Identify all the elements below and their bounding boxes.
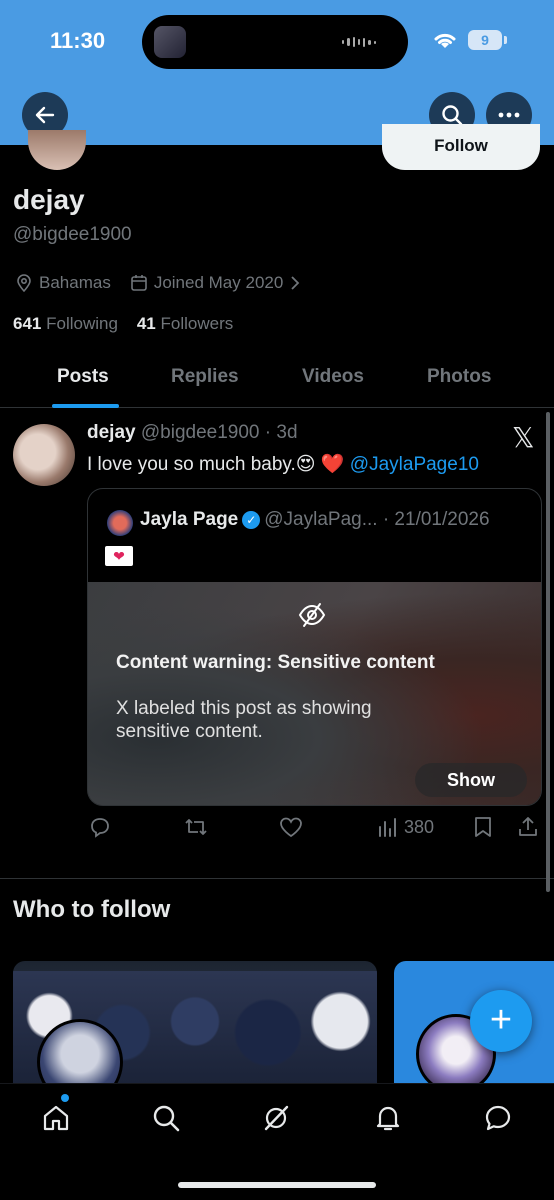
notifications-icon	[376, 1106, 400, 1131]
reply-icon	[91, 818, 109, 838]
following-label: Following	[46, 314, 118, 333]
reply-button[interactable]	[88, 815, 112, 839]
post-mention-link[interactable]: @JaylaPage10	[350, 454, 479, 475]
section-divider	[0, 878, 554, 879]
x-logo-icon: 𝕏	[512, 422, 535, 453]
post-body: I love you so much baby.😍 ❤️	[87, 454, 345, 475]
profile-avatar[interactable]	[28, 130, 86, 170]
home-icon	[43, 1105, 69, 1131]
bookmark-button[interactable]	[472, 815, 494, 839]
status-time: 11:30	[50, 28, 106, 53]
content-warning-body: X labeled this post as showing sensitive…	[116, 698, 372, 742]
calendar-icon	[131, 275, 147, 291]
profile-handle: @bigdee1900	[13, 224, 132, 245]
compose-post-button[interactable]: +	[470, 990, 532, 1052]
active-tab-indicator	[52, 404, 119, 408]
love-letter-emoji: ❤	[105, 546, 133, 566]
post-actions: 380	[0, 815, 554, 845]
nav-home[interactable]	[38, 1100, 74, 1136]
post-text: I love you so much baby.😍 ❤️ @JaylaPage1…	[87, 452, 479, 476]
location-icon	[17, 274, 31, 293]
following-link[interactable]: 641 Following	[13, 314, 118, 333]
scrollbar[interactable]	[546, 412, 550, 892]
grok-icon	[264, 1105, 289, 1131]
bookmark-icon	[475, 817, 491, 837]
profile-meta: Bahamas Joined May 2020	[14, 273, 301, 293]
post-timestamp: · 3d	[264, 422, 298, 443]
nav-notifications[interactable]	[370, 1100, 406, 1136]
chevron-right-icon[interactable]	[289, 275, 301, 291]
post-header: dejay @bigdee1900 · 3d	[87, 422, 298, 444]
follow-button[interactable]: Follow	[382, 124, 540, 170]
like-button[interactable]	[278, 815, 304, 839]
home-indicator[interactable]	[178, 1182, 376, 1188]
wifi-icon	[434, 33, 456, 48]
quoted-post[interactable]: Jayla Page ✓ @JaylaPag... · 21/01/2026 ❤ C…	[87, 488, 542, 806]
tab-videos[interactable]: Videos	[302, 366, 364, 388]
tab-photos[interactable]: Photos	[427, 366, 491, 388]
post-author-avatar[interactable]	[13, 424, 75, 486]
now-playing-thumbnail	[154, 26, 186, 58]
back-icon	[35, 106, 55, 124]
nav-search[interactable]	[148, 1100, 184, 1136]
content-warning-title: Content warning: Sensitive content	[116, 652, 435, 673]
who-to-follow-title: Who to follow	[13, 896, 171, 923]
quote-author-handle: @JaylaPag...	[264, 509, 378, 530]
nav-messages[interactable]	[480, 1100, 516, 1136]
eye-slash-icon	[298, 603, 326, 627]
share-icon	[519, 817, 537, 836]
profile-joined[interactable]: Joined May 2020	[154, 273, 283, 293]
search-icon	[153, 1105, 180, 1132]
dynamic-island	[142, 15, 408, 69]
quote-header: Jayla Page ✓ @JaylaPag... · 21/01/2026	[140, 509, 490, 531]
repost-button[interactable]	[183, 815, 209, 839]
followers-count: 41	[136, 314, 156, 333]
repost-icon	[185, 819, 207, 835]
profile-location: Bahamas	[39, 273, 111, 292]
views-icon	[379, 818, 396, 837]
views-button[interactable]: 380	[376, 815, 434, 839]
quote-author-name: Jayla Page	[140, 509, 239, 530]
profile-tabs: Posts Replies Videos Photos	[0, 360, 554, 408]
quote-date: · 21/01/2026	[382, 509, 490, 530]
tab-replies[interactable]: Replies	[171, 366, 239, 388]
like-icon	[280, 817, 302, 838]
tab-posts[interactable]: Posts	[57, 366, 109, 388]
battery-indicator: 9	[468, 30, 502, 50]
home-notification-dot	[61, 1094, 69, 1102]
share-button[interactable]	[516, 815, 540, 839]
battery-tip	[504, 36, 507, 44]
followers-link[interactable]: 41 Followers	[137, 314, 233, 333]
follow-stats: 641 Following 41 Followers	[13, 314, 233, 334]
post-author-name[interactable]: dejay	[87, 422, 136, 443]
more-icon	[498, 112, 520, 118]
nav-grok[interactable]	[258, 1100, 294, 1136]
messages-icon	[485, 1105, 511, 1131]
followers-label: Followers	[160, 314, 234, 333]
quote-author-avatar	[107, 510, 133, 536]
views-count: 380	[404, 816, 435, 837]
profile-display-name: dejay	[13, 184, 85, 215]
sensitive-media-overlay: Content warning: Sensitive content X lab…	[88, 582, 541, 805]
verified-badge-icon: ✓	[242, 511, 261, 529]
show-sensitive-button[interactable]: Show	[415, 763, 527, 797]
post-author-handle[interactable]: @bigdee1900	[141, 422, 260, 443]
audio-wave-icon	[342, 37, 376, 47]
following-count: 641	[13, 314, 42, 333]
